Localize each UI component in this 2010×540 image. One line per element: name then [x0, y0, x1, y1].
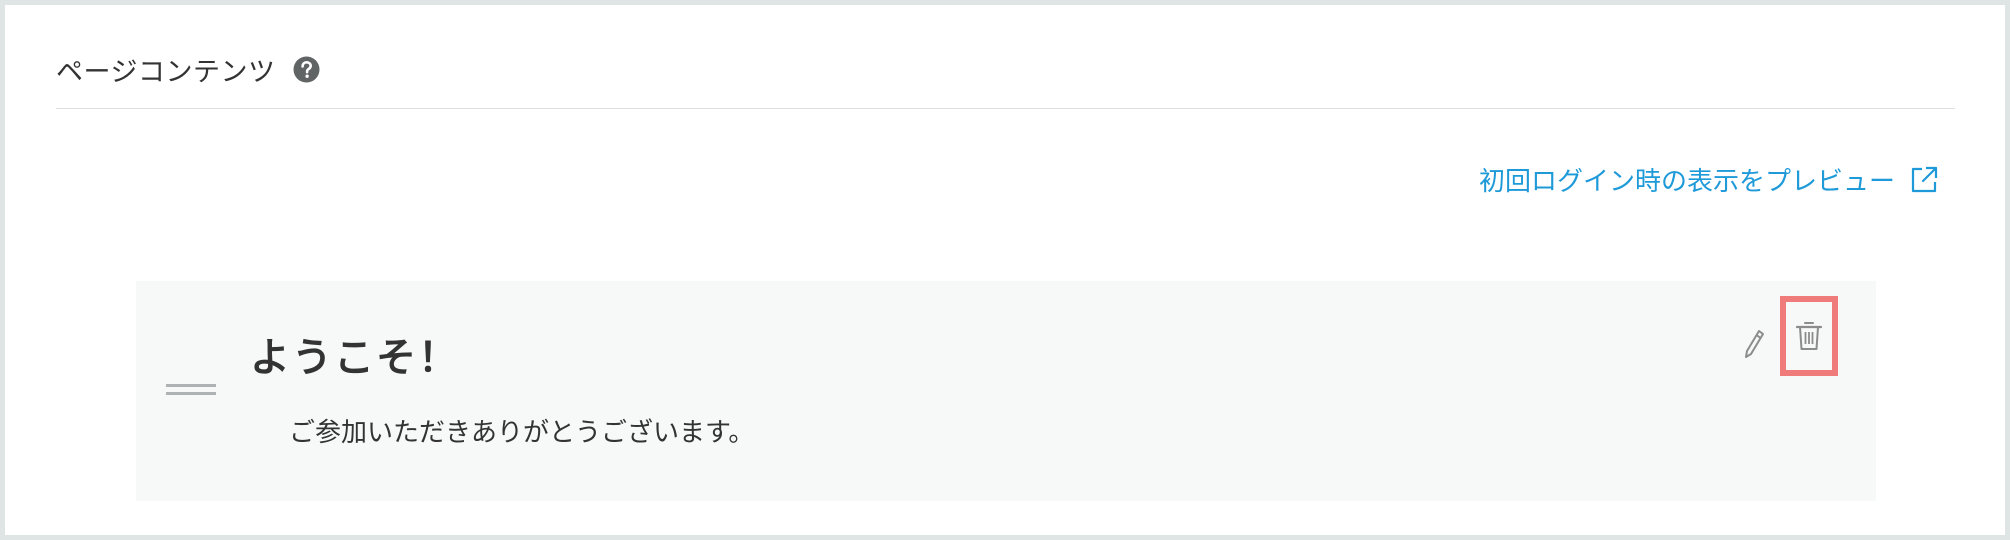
page-frame: ページコンテンツ 初回ログイン時の表示をプレビュー ようこそ！ ご参加いただきあ…	[0, 0, 2010, 540]
section-header: ページコンテンツ	[56, 49, 320, 89]
drag-handle-icon[interactable]	[166, 384, 216, 398]
pencil-icon	[1745, 330, 1764, 358]
header-divider	[56, 108, 1955, 109]
delete-button[interactable]	[1780, 296, 1838, 376]
trash-icon	[1795, 322, 1823, 350]
card-body-text: ご参加いただきありがとうございます。	[289, 418, 755, 448]
section-title: ページコンテンツ	[56, 56, 276, 88]
help-icon[interactable]	[293, 56, 320, 83]
external-link-icon	[1909, 165, 1939, 195]
preview-link[interactable]: 初回ログイン時の表示をプレビュー	[1479, 161, 1939, 198]
preview-link-label: 初回ログイン時の表示をプレビュー	[1478, 167, 1895, 197]
card-heading: ようこそ！	[250, 335, 460, 381]
content-card: ようこそ！ ご参加いただきありがとうございます。	[136, 281, 1876, 501]
edit-button[interactable]	[1736, 326, 1772, 362]
